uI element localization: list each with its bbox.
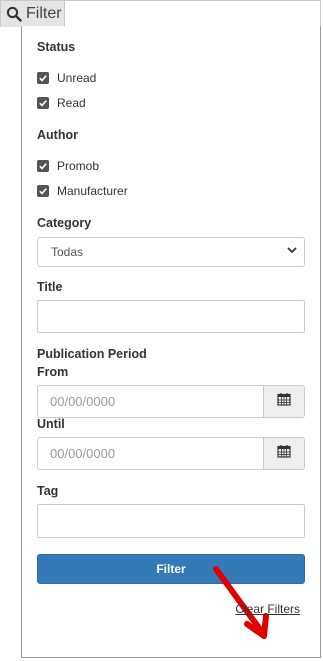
tag-input[interactable] <box>37 504 305 538</box>
calendar-icon <box>277 444 291 463</box>
publication-period-label: Publication Period <box>37 347 147 361</box>
until-date-input[interactable] <box>38 438 263 469</box>
author-manufacturer-checkbox[interactable]: Manufacturer <box>37 184 128 198</box>
filter-toolbar: Filter <box>0 0 323 27</box>
from-calendar-button[interactable] <box>263 386 304 417</box>
from-date-input[interactable] <box>38 386 263 417</box>
from-label: From <box>37 365 69 379</box>
status-unread-checkbox[interactable]: Unread <box>37 71 96 85</box>
filter-panel: Status Unread Read Author Promob Manufac… <box>21 26 321 658</box>
author-manufacturer-label: Manufacturer <box>57 184 128 198</box>
category-select[interactable]: Todas <box>37 237 305 267</box>
status-heading: Status <box>37 40 76 54</box>
checkbox-checked-icon <box>37 160 49 172</box>
until-date-group <box>37 437 305 470</box>
status-read-label: Read <box>57 96 86 110</box>
author-heading: Author <box>37 128 78 142</box>
category-select-value: Todas <box>51 245 84 259</box>
title-input[interactable] <box>37 300 305 333</box>
until-calendar-button[interactable] <box>263 438 304 469</box>
clear-filters-link[interactable]: Clear Filters <box>235 602 300 616</box>
author-promob-label: Promob <box>57 159 100 173</box>
toolbar-strip <box>65 0 321 27</box>
checkbox-checked-icon <box>37 72 49 84</box>
checkbox-checked-icon <box>37 97 49 109</box>
category-label: Category <box>37 216 92 230</box>
author-promob-checkbox[interactable]: Promob <box>37 159 99 173</box>
status-unread-label: Unread <box>57 71 97 85</box>
checkbox-checked-icon <box>37 185 49 197</box>
from-date-group <box>37 385 305 418</box>
filter-toggle-button[interactable]: Filter <box>0 0 65 27</box>
filter-toggle-label: Filter <box>26 5 62 22</box>
chevron-down-icon <box>286 243 298 261</box>
until-label: Until <box>37 417 65 431</box>
tag-label: Tag <box>37 484 59 498</box>
status-read-checkbox[interactable]: Read <box>37 96 86 110</box>
search-icon <box>6 6 22 22</box>
calendar-icon <box>277 392 291 411</box>
title-label: Title <box>37 280 63 294</box>
